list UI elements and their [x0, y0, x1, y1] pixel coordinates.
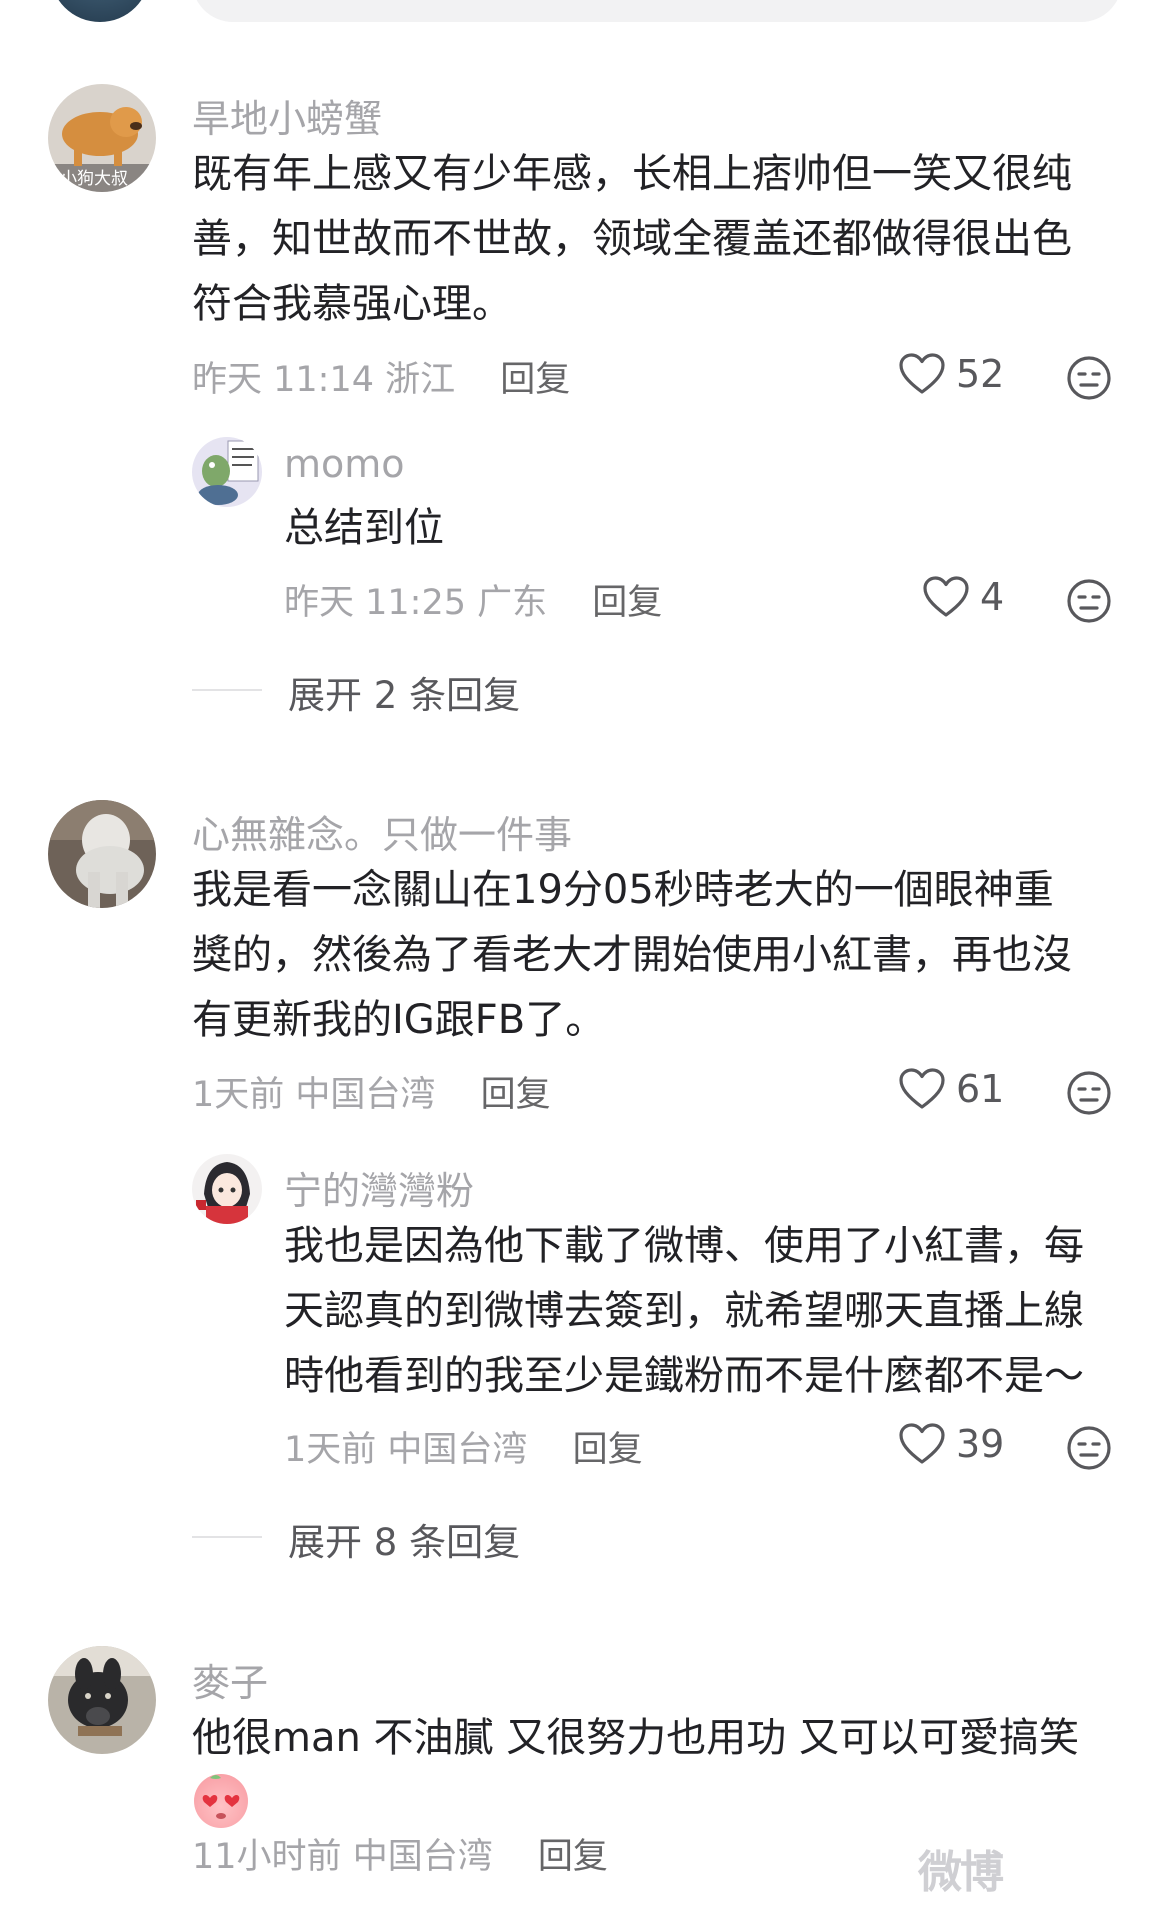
- reply-button[interactable]: 回复: [481, 1075, 551, 1115]
- avatar[interactable]: 小狗大叔: [48, 84, 156, 192]
- current-user-avatar: [50, 0, 150, 22]
- heart-outline-icon: [899, 1068, 945, 1109]
- reply-button[interactable]: 回复: [573, 1430, 643, 1470]
- comment-input[interactable]: [192, 0, 1122, 22]
- like-button[interactable]: 61: [898, 1067, 1004, 1111]
- expand-replies-button[interactable]: 展开 8 条回复: [288, 1512, 520, 1566]
- neutral-face-icon[interactable]: [1066, 1070, 1112, 1116]
- watermark: 微博: [918, 1847, 1004, 1898]
- avatar[interactable]: [192, 437, 262, 507]
- like-button[interactable]: 4: [922, 575, 1004, 619]
- comment-username[interactable]: 旱地小螃蟹: [192, 88, 382, 143]
- reply-button[interactable]: 回复: [592, 583, 662, 623]
- heart-outline-icon: [899, 1423, 945, 1464]
- expand-replies-button[interactable]: 展开 2 条回复: [288, 665, 520, 719]
- comment-time: 11小时前: [192, 1837, 342, 1877]
- reply-button[interactable]: 回复: [538, 1837, 608, 1877]
- reply-text[interactable]: 我也是因為他下載了微博、使用了小紅書，每 天認真的到微博去簽到，就希望哪天直播上…: [284, 1214, 1084, 1409]
- comment-text[interactable]: 我是看一念關山在19分05秒時老大的一個眼神重 獎的，然後為了看老大才開始使用小…: [192, 858, 1072, 1053]
- heart-outline-icon: [923, 576, 969, 617]
- comment-time: 1天前: [192, 1075, 285, 1115]
- comment-location: 浙江: [385, 360, 456, 400]
- blushing-peach-emoji: [194, 1774, 248, 1828]
- like-count: 39: [956, 1422, 1005, 1466]
- reply-button[interactable]: 回复: [500, 360, 570, 400]
- reply-username[interactable]: momo: [284, 442, 405, 486]
- comment-meta: 昨天 11:14 浙江 回复: [192, 351, 570, 402]
- like-count: 61: [956, 1067, 1005, 1111]
- comment-text[interactable]: 他很man 不油膩 又很努力也用功 又可以可愛搞笑: [192, 1706, 1079, 1771]
- comment-time: 昨天 11:14: [192, 360, 374, 400]
- avatar[interactable]: [48, 800, 156, 908]
- comment-location: 中国台湾: [352, 1837, 493, 1877]
- comment-meta: 11小时前 中国台湾 回复: [192, 1828, 608, 1879]
- neutral-face-icon[interactable]: [1066, 1425, 1112, 1471]
- reply-username[interactable]: 宁的灣灣粉: [284, 1160, 474, 1215]
- neutral-face-icon[interactable]: [1066, 578, 1112, 624]
- like-button[interactable]: 52: [898, 352, 1004, 396]
- reply-location: 中国台湾: [387, 1430, 528, 1470]
- reply-meta: 昨天 11:25 广东 回复: [284, 574, 662, 625]
- reply-time: 1天前: [284, 1430, 377, 1470]
- like-count: 4: [980, 575, 1005, 619]
- neutral-face-icon[interactable]: [1066, 355, 1112, 401]
- avatar-caption: 小狗大叔: [60, 169, 128, 189]
- avatar[interactable]: [192, 1154, 262, 1224]
- comment-text[interactable]: 既有年上感又有少年感，长相上痞帅但一笑又很纯 善，知世故而不世故，领域全覆盖还都…: [192, 142, 1072, 337]
- expand-divider: [192, 1536, 262, 1538]
- like-count: 52: [956, 352, 1005, 396]
- expand-divider: [192, 689, 262, 691]
- like-button[interactable]: 39: [898, 1422, 1004, 1466]
- avatar[interactable]: [48, 1646, 156, 1754]
- comment-meta: 1天前 中国台湾 回复: [192, 1066, 551, 1117]
- comment-username[interactable]: 麥子: [192, 1652, 268, 1707]
- reply-meta: 1天前 中国台湾 回复: [284, 1421, 643, 1472]
- reply-location: 广东: [477, 583, 548, 623]
- heart-outline-icon: [899, 353, 945, 394]
- reply-time: 昨天 11:25: [284, 583, 466, 623]
- reply-text[interactable]: 总结到位: [284, 496, 444, 561]
- comment-location: 中国台湾: [295, 1075, 436, 1115]
- comment-username[interactable]: 心無雜念。只做一件事: [192, 804, 572, 859]
